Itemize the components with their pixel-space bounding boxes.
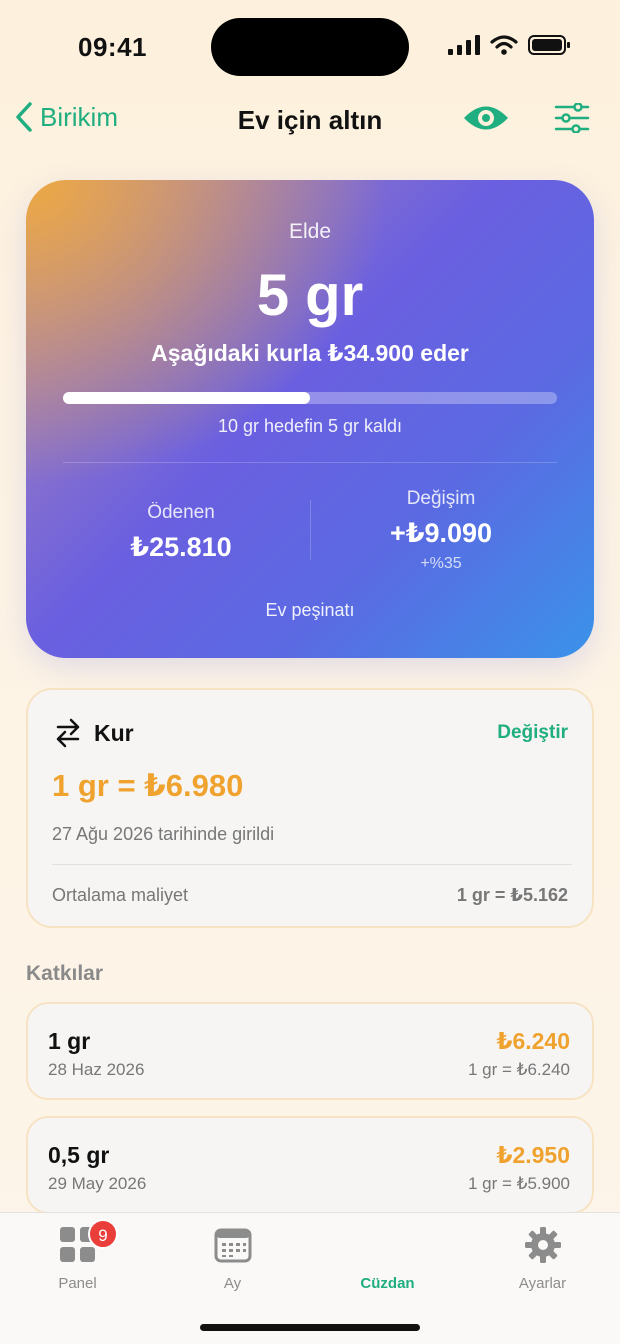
hero-amount: 5 gr — [256, 263, 364, 328]
contribution-rate: 1 gr = ₺6.240 — [467, 1060, 570, 1079]
hero-worth: Aşağıdaki kurla ₺34.900 eder — [151, 340, 469, 366]
contribution-date: 28 Haz 2026 — [48, 1060, 145, 1079]
rate-divider — [52, 864, 572, 865]
goal-name: Ev peşinatı — [265, 600, 355, 620]
paid-value: ₺25.810 — [130, 532, 232, 562]
calendar-icon — [214, 1228, 251, 1263]
notification-badge: 9 — [88, 1219, 118, 1249]
contribution-amount: 0,5 gr — [48, 1142, 110, 1168]
wifi-icon — [490, 35, 518, 55]
tab-panel[interactable]: 9 Panel — [0, 1219, 155, 1292]
goal-progress-bar — [63, 392, 557, 404]
nav-bar: Birikim Ev için altın — [0, 95, 620, 145]
tab-label: Panel — [58, 1275, 97, 1292]
tab-ayarlar[interactable]: Ayarlar — [465, 1225, 620, 1292]
tab-label: Ayarlar — [518, 1275, 567, 1292]
contribution-item[interactable]: 1 gr 28 Haz 2026 ₺6.240 1 gr = ₺6.240 — [26, 1002, 594, 1100]
tab-label: Ay — [223, 1275, 242, 1292]
paid-stat: Ödenen ₺25.810 — [66, 502, 296, 563]
change-percent: +%35 — [420, 555, 462, 572]
paid-label: Ödenen — [147, 502, 215, 523]
contribution-price: ₺2.950 — [496, 1142, 570, 1168]
exchange-arrows-icon — [56, 718, 80, 748]
filter-button[interactable] — [554, 102, 590, 138]
hero-label: Elde — [288, 220, 332, 243]
contribution-amount: 1 gr — [48, 1028, 91, 1054]
visibility-toggle[interactable] — [462, 101, 510, 140]
status-bar: 09:41 — [0, 0, 620, 90]
status-time: 09:41 — [78, 32, 147, 62]
average-cost-value: 1 gr = ₺5.162 — [456, 885, 568, 905]
page-title: Ev için altın — [237, 105, 383, 135]
average-cost-label: Ortalama maliyet — [52, 885, 189, 905]
home-indicator — [200, 1324, 420, 1331]
savings-summary-card: Elde 5 gr Aşağıdaki kurla ₺34.900 eder 1… — [26, 180, 594, 658]
contribution-rate: 1 gr = ₺5.900 — [467, 1174, 570, 1193]
status-icons — [448, 35, 570, 55]
gear-icon — [524, 1227, 561, 1263]
tab-label: Cüzdan — [360, 1275, 415, 1292]
tab-cuzdan[interactable]: Cüzdan — [310, 1225, 465, 1292]
change-label: Değişim — [406, 488, 476, 509]
contribution-price: ₺6.240 — [496, 1028, 570, 1054]
tab-ay[interactable]: Ay — [155, 1225, 310, 1292]
goal-progress-fill — [63, 392, 310, 404]
progress-text: 10 gr hedefin 5 gr kaldı — [217, 416, 403, 436]
dynamic-island — [211, 18, 409, 76]
sliders-icon — [554, 102, 590, 134]
change-rate-button[interactable]: Değiştir — [497, 722, 568, 744]
eye-icon — [464, 106, 508, 130]
contribution-item[interactable]: 0,5 gr 29 May 2026 ₺2.950 1 gr = ₺5.900 — [26, 1116, 594, 1214]
rate-title: Kur — [94, 720, 134, 746]
rate-date: 27 Ağu 2026 tarihinde girildi — [52, 824, 275, 844]
rate-value: 1 gr = ₺6.980 — [52, 768, 244, 803]
change-stat: Değişim +₺9.090 +%35 — [326, 488, 556, 573]
battery-icon — [528, 35, 570, 55]
wallet-icon — [310, 1225, 465, 1265]
change-value: +₺9.090 — [389, 518, 493, 548]
contribution-date: 29 May 2026 — [48, 1174, 147, 1193]
stat-divider — [310, 500, 311, 560]
contributions-title: Katkılar — [26, 962, 104, 985]
rate-card: Kur Değiştir 1 gr = ₺6.980 27 Ağu 2026 t… — [26, 688, 594, 928]
hero-divider — [63, 462, 557, 463]
signal-icon — [448, 35, 480, 55]
